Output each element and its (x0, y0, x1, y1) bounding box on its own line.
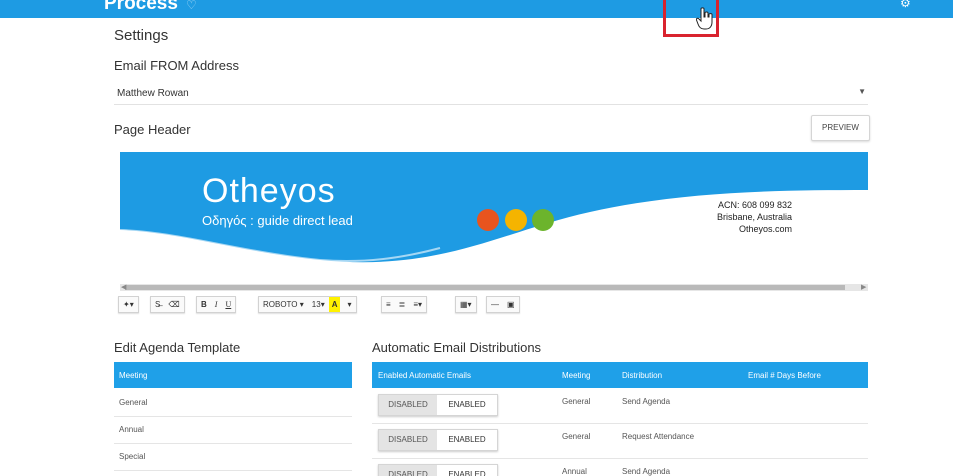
ordered-list-icon[interactable]: ≣ (395, 297, 410, 312)
enable-toggle[interactable]: DISABLED ENABLED (378, 394, 498, 416)
insert-group: — ▣ (486, 296, 520, 313)
settings-icon[interactable]: ⚙ (900, 0, 911, 10)
agenda-item-label: Special (119, 452, 146, 461)
page-header-banner: Otheyos Οδηγός : guide direct lead ACN: … (120, 152, 868, 276)
disabled-button[interactable]: DISABLED (379, 395, 437, 415)
banner-tagline: Οδηγός : guide direct lead (202, 213, 353, 228)
company-details: ACN: 608 099 832 Brisbane, Australia Oth… (717, 199, 792, 235)
enabled-button[interactable]: ENABLED (437, 430, 497, 450)
page-title: Settings (114, 27, 169, 44)
font-size-value: 13 (311, 300, 321, 309)
green-dot-icon (532, 209, 554, 231)
email-from-label: Email FROM Address (114, 58, 239, 73)
bold-button[interactable]: B (197, 297, 211, 312)
agenda-section-title: Edit Agenda Template (114, 340, 241, 355)
red-dot-icon (477, 209, 499, 231)
editor-toolbar: ✦▾ S̶ ⌫ BIU ROBOTO ▾ 13▾ A ▾ ≡ ≣ ≡▾ ▦▾ — ▣ (114, 292, 868, 316)
email-from-value: Matthew Rowan (117, 88, 189, 99)
row-distribution: Request Attendance (622, 432, 695, 441)
highlight-color-button[interactable]: A (328, 297, 341, 312)
font-size-dropdown[interactable]: 13▾ (308, 297, 329, 312)
distributions-section-title: Automatic Email Distributions (372, 340, 542, 355)
enabled-button[interactable]: ENABLED (437, 395, 497, 415)
distribution-row: DISABLED ENABLED Annual Send Agenda (372, 459, 868, 476)
company-website: Otheyos.com (738, 224, 792, 234)
distribution-row: DISABLED ENABLED General Request Attenda… (372, 424, 868, 459)
col-distribution: Distribution (622, 371, 663, 380)
col-enabled: Enabled Automatic Emails (378, 371, 471, 380)
banner-logo-text: Otheyos (202, 172, 336, 210)
row-distribution: Send Agenda (622, 467, 671, 476)
app-brand[interactable]: Process (104, 0, 178, 15)
col-days-before: Email # Days Before (748, 371, 821, 380)
disabled-button[interactable]: DISABLED (379, 430, 437, 450)
agenda-item-label: General (119, 398, 148, 407)
underline-button[interactable]: U (221, 297, 235, 312)
page-header-label: Page Header (114, 122, 191, 137)
enable-toggle[interactable]: DISABLED ENABLED (378, 464, 498, 476)
paragraph-align-icon[interactable]: ≡▾ (409, 297, 426, 312)
strikethrough-icon[interactable]: S̶ (151, 297, 164, 312)
top-navbar: Process ♡ (0, 0, 953, 18)
unordered-list-icon[interactable]: ≡ (382, 297, 395, 312)
row-distribution: Send Agenda (622, 397, 671, 406)
company-acn: ACN: 608 099 832 (717, 200, 792, 210)
agenda-table-header: Meeting (114, 362, 352, 388)
list-group: ≡ ≣ ≡▾ (381, 296, 428, 313)
font-family-value: ROBOTO (263, 300, 298, 309)
agenda-header-meeting: Meeting (119, 371, 148, 380)
dropdown-arrow-icon[interactable]: ▼ (858, 87, 866, 96)
agenda-list-item[interactable]: Special (114, 443, 352, 471)
email-from-select[interactable]: Matthew Rowan ▼ (114, 84, 868, 105)
user-icon[interactable]: ♡ (186, 0, 197, 12)
agenda-list-item[interactable]: Annual (114, 416, 352, 444)
horizontal-rule-icon[interactable]: — (487, 297, 503, 312)
magic-wand-icon[interactable]: ✦▾ (119, 297, 138, 312)
scroll-right-icon[interactable]: ▶ (861, 283, 866, 291)
preview-button[interactable]: PREVIEW (811, 115, 870, 141)
scroll-left-icon[interactable]: ◀ (121, 283, 126, 291)
disabled-button[interactable]: DISABLED (379, 465, 437, 476)
enabled-button[interactable]: ENABLED (437, 465, 497, 476)
color-dropdown-icon[interactable]: ▾ (343, 297, 355, 312)
image-icon[interactable]: ▣ (503, 297, 519, 312)
style-dropdown[interactable]: ✦▾ (118, 296, 139, 313)
col-meeting: Meeting (562, 371, 591, 380)
font-group: ROBOTO ▾ 13▾ A ▾ (258, 296, 357, 313)
enable-toggle[interactable]: DISABLED ENABLED (378, 429, 498, 451)
italic-button[interactable]: I (211, 297, 222, 312)
row-meeting: General (562, 397, 591, 406)
font-family-dropdown[interactable]: ROBOTO ▾ (259, 297, 308, 312)
agenda-list-item[interactable]: General (114, 389, 352, 417)
distributions-table-header: Enabled Automatic Emails Meeting Distrib… (372, 362, 868, 388)
table-dropdown[interactable]: ▦▾ (455, 296, 477, 313)
row-meeting: General (562, 432, 591, 441)
distribution-row: DISABLED ENABLED General Send Agenda (372, 389, 868, 424)
yellow-dot-icon (505, 209, 527, 231)
row-meeting: Annual (562, 467, 587, 476)
eraser-icon[interactable]: ⌫ (164, 297, 183, 312)
font-style-group: BIU (196, 296, 237, 313)
banner-scroll-thumb[interactable] (125, 285, 845, 290)
hand-cursor-icon (696, 7, 713, 30)
table-icon[interactable]: ▦▾ (456, 297, 476, 312)
company-location: Brisbane, Australia (716, 212, 792, 222)
agenda-item-label: Annual (119, 425, 144, 434)
format-group: S̶ ⌫ (150, 296, 185, 313)
